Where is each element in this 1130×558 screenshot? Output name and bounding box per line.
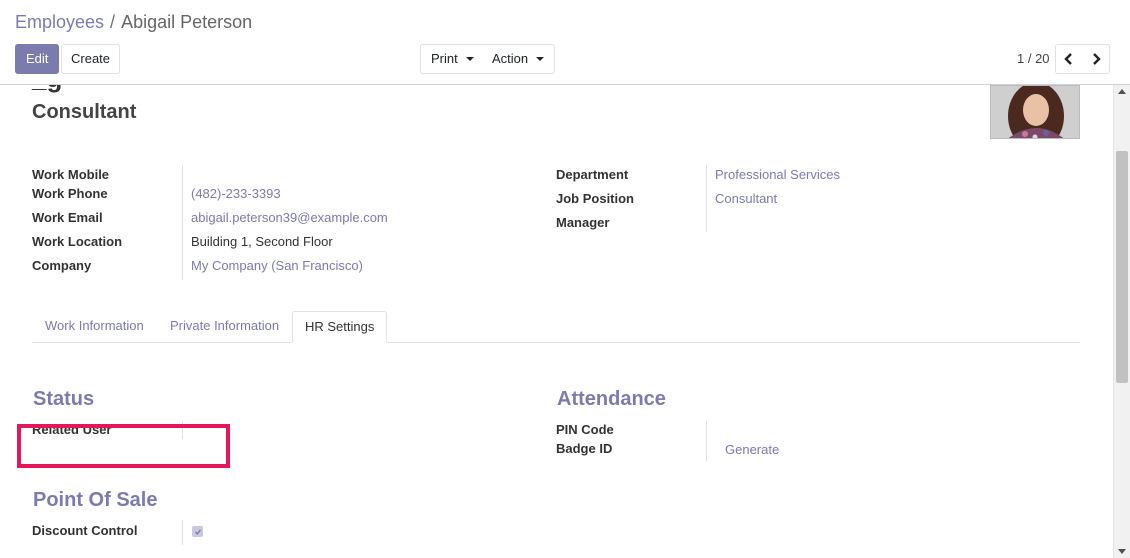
work-location-value: Building 1, Second Floor — [191, 234, 333, 249]
right-group-divider — [706, 165, 707, 232]
pos-divider — [182, 520, 183, 545]
scroll-up-arrow-icon[interactable] — [1118, 89, 1126, 94]
discount-control-label: Discount Control — [32, 523, 138, 538]
breadcrumb-employees-link[interactable]: Employees — [15, 12, 104, 32]
department-value[interactable]: Professional Services — [715, 167, 840, 182]
chevron-left-icon — [1064, 53, 1072, 65]
department-label: Department — [556, 167, 629, 182]
caret-down-icon — [536, 57, 545, 61]
attendance-section-title: Attendance — [557, 388, 666, 410]
pager-previous-button[interactable] — [1055, 44, 1083, 74]
company-label: Company — [32, 258, 92, 273]
action-label: Action — [492, 51, 529, 66]
create-button[interactable]: Create — [61, 44, 121, 74]
pager-value[interactable]: 1 / 20 — [1017, 51, 1050, 66]
work-email-label: Work Email — [32, 210, 103, 225]
work-phone-label: Work Phone — [32, 186, 108, 201]
status-section-title: Status — [33, 388, 95, 410]
avatar-photo — [991, 86, 1079, 138]
job-title: Consultant — [32, 101, 137, 123]
work-mobile-label: Work Mobile — [32, 167, 110, 182]
related-user-label: Related User — [32, 422, 112, 437]
scrollbar-thumb[interactable] — [1116, 151, 1128, 383]
form-sheet: _g Consultant Work Mobile Work Phone (48… — [0, 85, 1113, 558]
control-panel: Employees / Abigail Peterson Edit Create P… — [0, 0, 1130, 85]
breadcrumb: Employees / Abigail Peterson — [15, 10, 252, 34]
edit-button[interactable]: Edit — [15, 44, 60, 74]
caret-down-icon — [465, 57, 474, 61]
manager-label: Manager — [556, 215, 610, 230]
generate-badge-link[interactable]: Generate — [725, 442, 779, 457]
pin-code-label: PIN Code — [556, 422, 614, 437]
job-position-label: Job Position — [556, 191, 634, 206]
job-position-value[interactable]: Consultant — [715, 191, 777, 206]
attendance-divider — [706, 421, 707, 461]
breadcrumb-current: Abigail Peterson — [121, 12, 253, 32]
tab-work-information[interactable]: Work Information — [33, 311, 156, 343]
status-divider — [182, 421, 183, 439]
scroll-down-arrow-icon[interactable] — [1118, 549, 1126, 554]
chevron-right-icon — [1092, 53, 1101, 65]
breadcrumb-separator: / — [110, 12, 116, 32]
vertical-scrollbar[interactable] — [1113, 85, 1130, 558]
left-group-divider — [182, 165, 183, 280]
work-location-label: Work Location — [32, 234, 123, 249]
tab-private-information[interactable]: Private Information — [158, 311, 291, 343]
print-dropdown-button[interactable]: Print — [420, 44, 485, 74]
employee-avatar[interactable] — [990, 85, 1080, 139]
pager-next-button[interactable] — [1082, 44, 1110, 74]
badge-id-label: Badge ID — [556, 441, 613, 456]
work-email-value[interactable]: abigail.peterson39@example.com — [191, 210, 388, 225]
action-dropdown-button[interactable]: Action — [482, 44, 556, 74]
checkmark-icon — [194, 529, 201, 535]
discount-control-checkbox[interactable] — [192, 526, 203, 537]
company-value[interactable]: My Company (San Francisco) — [191, 258, 363, 273]
employee-name-partial: _g — [32, 85, 62, 94]
work-phone-value[interactable]: (482)-233-3393 — [191, 186, 281, 201]
print-label: Print — [431, 51, 458, 66]
tab-hr-settings[interactable]: HR Settings — [292, 311, 388, 343]
point-of-sale-section-title: Point Of Sale — [33, 489, 158, 511]
